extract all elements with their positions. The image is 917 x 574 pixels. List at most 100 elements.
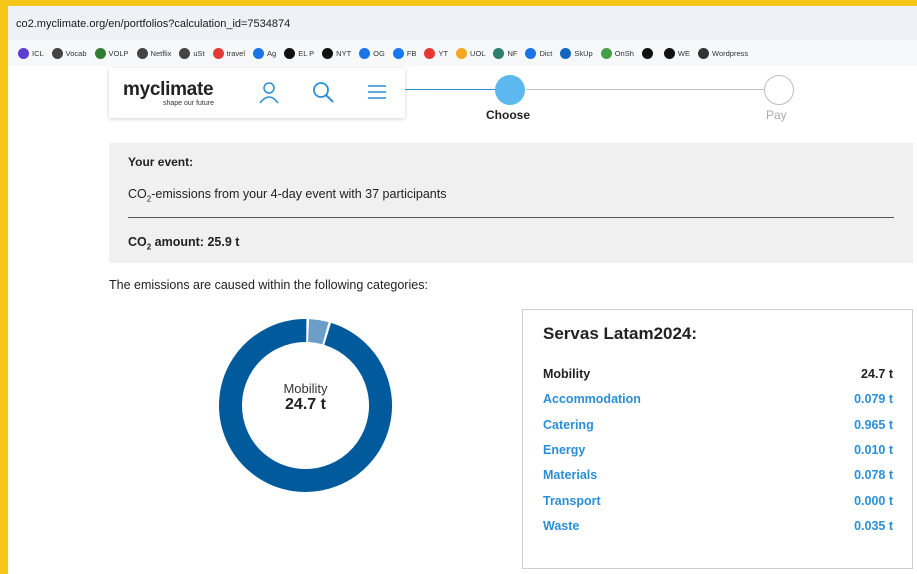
category-value: 0.010 t bbox=[854, 442, 893, 457]
dict-icon bbox=[525, 47, 537, 59]
vocab-icon bbox=[51, 47, 63, 59]
myclimate-logo[interactable]: myclimate shape our future bbox=[123, 80, 214, 107]
calendar-icon bbox=[253, 47, 264, 59]
address-bar[interactable]: co2.myclimate.org/en/portfolios?calculat… bbox=[8, 6, 917, 40]
event-divider bbox=[128, 217, 894, 218]
event-summary-box: Your event: CO2-emissions from your 4-da… bbox=[109, 143, 913, 263]
bookmark-onsh[interactable]: OnSh bbox=[600, 47, 634, 59]
bookmark-fb[interactable]: FB bbox=[392, 47, 417, 59]
bookmark-uol[interactable]: UOL bbox=[456, 47, 486, 59]
donut-center-label: Mobility 24.7 t bbox=[218, 381, 393, 414]
logo-text: myclimate bbox=[123, 78, 214, 100]
bookmark-skup[interactable]: SkUp bbox=[560, 47, 593, 59]
bookmark-icl[interactable]: ICL bbox=[18, 47, 44, 59]
step-choose-label[interactable]: Choose bbox=[486, 108, 530, 122]
bookmark-label: VOLP bbox=[108, 48, 129, 58]
nyt-icon bbox=[322, 47, 334, 59]
donut-segment-other[interactable] bbox=[307, 319, 329, 345]
categories-intro: The emissions are caused within the foll… bbox=[109, 278, 428, 292]
bookmark-we[interactable]: WE bbox=[663, 47, 690, 59]
onsh-icon bbox=[600, 47, 612, 59]
nf-icon bbox=[493, 47, 505, 59]
bookmarks-bar: ICL Vocab VOLP Netflix uSt travel Ag EL P NYT OG F… bbox=[8, 40, 917, 66]
url-text[interactable]: co2.myclimate.org/en/portfolios?calculat… bbox=[16, 18, 290, 30]
summary-row-accommodation[interactable]: Accommodation 0.079 t bbox=[543, 392, 893, 406]
bookmark-label: OG bbox=[373, 48, 385, 58]
bookmark-label: uSt bbox=[193, 48, 205, 58]
bookmark-w-17[interactable] bbox=[641, 47, 656, 59]
logo-tagline: shape our future bbox=[163, 99, 214, 107]
step-choose-dot[interactable] bbox=[495, 75, 525, 105]
bookmark-label: Netflix bbox=[150, 48, 172, 58]
bookmark-wordpress[interactable]: Wordpress bbox=[698, 47, 749, 59]
category-label[interactable]: Waste bbox=[543, 519, 579, 533]
youtube-icon bbox=[424, 47, 436, 59]
bookmark-netflix[interactable]: Netflix bbox=[136, 47, 172, 59]
menu-icon[interactable] bbox=[365, 80, 389, 104]
site-header: myclimate shape our future bbox=[109, 68, 405, 118]
category-label[interactable]: Energy bbox=[543, 443, 585, 457]
bookmark-label: Dict bbox=[539, 48, 553, 58]
summary-title: Servas Latam2024: bbox=[543, 324, 698, 343]
bookmark-label: WE bbox=[677, 48, 690, 58]
bookmark-label: SkUp bbox=[574, 48, 593, 58]
ust-icon bbox=[179, 47, 191, 59]
bookmark-el-p[interactable]: EL P bbox=[284, 47, 315, 59]
bookmark-travel[interactable]: travel bbox=[212, 47, 245, 59]
uol-icon bbox=[456, 47, 468, 59]
bookmark-yt[interactable]: YT bbox=[424, 47, 449, 59]
travel-icon bbox=[212, 47, 224, 59]
page-content: myclimate shape our future Calculate Cho… bbox=[8, 66, 917, 574]
category-label[interactable]: Materials bbox=[543, 468, 597, 482]
skup-icon bbox=[560, 47, 572, 59]
netflix-icon bbox=[136, 47, 148, 59]
category-label[interactable]: Transport bbox=[543, 494, 601, 508]
bookmark-dict[interactable]: Dict bbox=[525, 47, 553, 59]
bookmark-ag[interactable]: Ag bbox=[253, 47, 276, 59]
category-value: 0.000 t bbox=[854, 493, 893, 508]
bookmark-nyt[interactable]: NYT bbox=[322, 47, 352, 59]
summary-row-waste[interactable]: Waste 0.035 t bbox=[543, 519, 893, 533]
bookmark-label: NYT bbox=[336, 48, 352, 58]
co2-amount: CO2 amount: 25.9 t bbox=[128, 235, 240, 252]
bookmark-label: Wordpress bbox=[712, 48, 749, 58]
bookmark-vocab[interactable]: Vocab bbox=[51, 47, 87, 59]
summary-row-energy[interactable]: Energy 0.010 t bbox=[543, 443, 893, 457]
progress-line-pending bbox=[526, 89, 764, 90]
bookmark-label: ICL bbox=[32, 48, 44, 58]
category-label[interactable]: Catering bbox=[543, 418, 594, 432]
step-pay-dot[interactable] bbox=[764, 75, 794, 105]
bookmark-label: travel bbox=[226, 48, 245, 58]
bookmark-nf[interactable]: NF bbox=[493, 47, 518, 59]
wikipedia-icon bbox=[641, 47, 653, 59]
elp-icon bbox=[284, 47, 296, 59]
volp-icon bbox=[94, 47, 106, 59]
bookmark-label: UOL bbox=[470, 48, 486, 58]
icl-icon bbox=[18, 47, 29, 59]
bookmark-og[interactable]: OG bbox=[359, 47, 385, 59]
category-value: 0.965 t bbox=[854, 417, 893, 432]
bookmark-ust[interactable]: uSt bbox=[179, 47, 205, 59]
event-title: Your event: bbox=[128, 155, 194, 169]
og-icon bbox=[359, 47, 371, 59]
donut-category-name: Mobility bbox=[283, 381, 328, 396]
category-value: 0.035 t bbox=[854, 518, 893, 533]
bookmark-label: Vocab bbox=[65, 48, 87, 58]
bookmark-label: NF bbox=[507, 48, 518, 58]
category-label[interactable]: Accommodation bbox=[543, 392, 641, 406]
summary-row-mobility: Mobility 24.7 t bbox=[543, 367, 893, 381]
category-value: 0.078 t bbox=[854, 468, 893, 483]
search-icon[interactable] bbox=[311, 80, 335, 104]
wordpress-icon bbox=[698, 47, 709, 59]
summary-row-catering[interactable]: Catering 0.965 t bbox=[543, 418, 893, 432]
facebook-icon bbox=[392, 47, 404, 59]
bookmark-label: FB bbox=[406, 48, 417, 58]
bookmark-volp[interactable]: VOLP bbox=[94, 47, 129, 59]
bookmark-label: YT bbox=[438, 48, 449, 58]
bookmark-label: EL P bbox=[298, 48, 315, 58]
step-pay-label[interactable]: Pay bbox=[766, 108, 787, 122]
summary-row-transport[interactable]: Transport 0.000 t bbox=[543, 494, 893, 508]
summary-row-materials[interactable]: Materials 0.078 t bbox=[543, 468, 893, 482]
user-icon[interactable] bbox=[257, 80, 281, 104]
category-value: 24.7 t bbox=[861, 367, 893, 381]
